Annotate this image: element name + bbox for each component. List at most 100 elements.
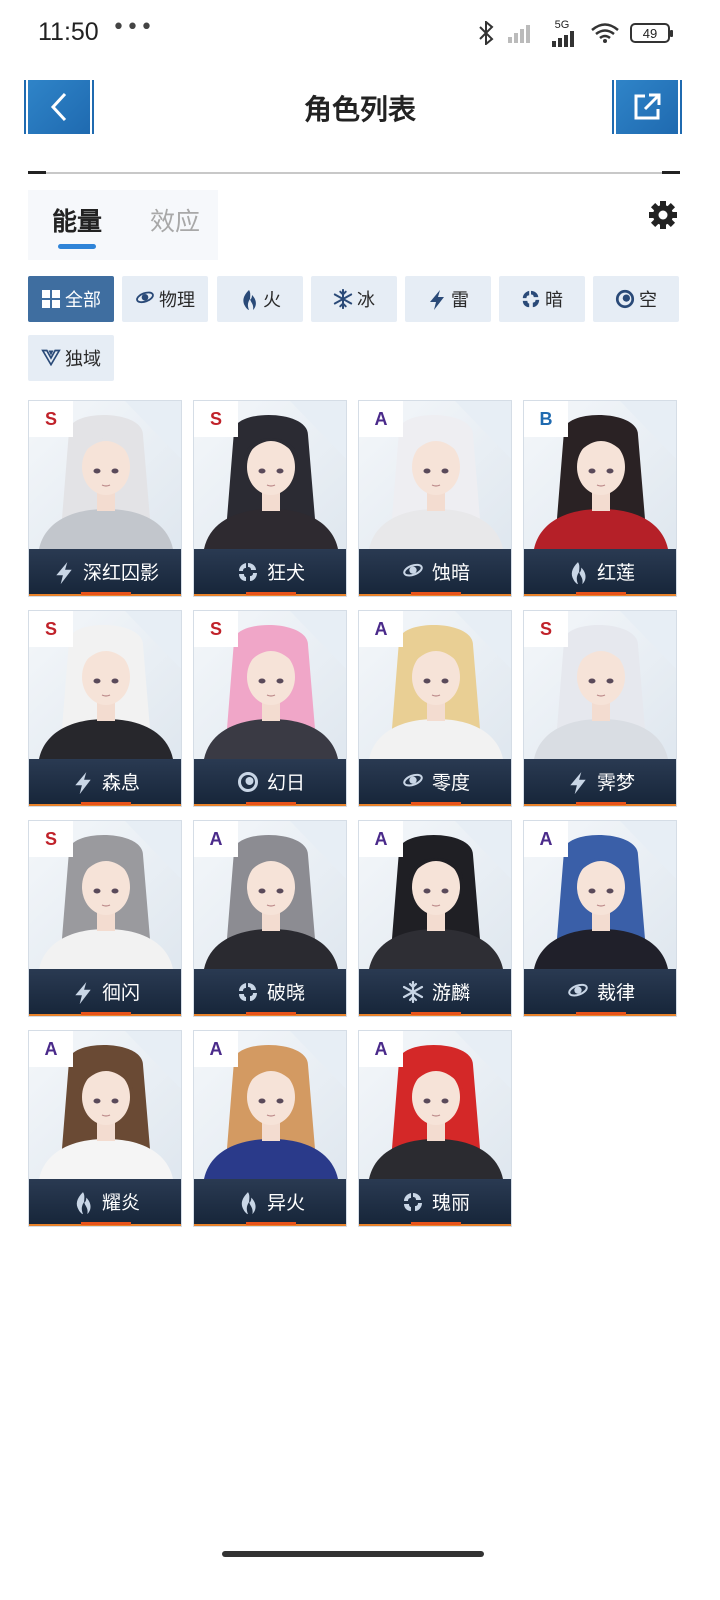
battery-indicator: 49 (630, 23, 673, 43)
domain-icon (41, 348, 61, 368)
tab-effect[interactable]: 效应 (150, 202, 200, 238)
rank-badge: A (524, 821, 568, 857)
character-name: 森息 (101, 772, 140, 794)
filter-chip-label: 空 (639, 290, 657, 311)
rank-badge: A (194, 821, 238, 857)
filter-chip-ice[interactable]: 冰 (311, 276, 397, 322)
filter-chip-void[interactable]: 空 (593, 276, 679, 322)
card-accent-line (359, 592, 511, 596)
character-name-bar: 蚀暗 (359, 549, 511, 594)
character-card[interactable]: S 森息 (28, 610, 182, 807)
card-accent-line (359, 802, 511, 806)
character-card[interactable]: B 红莲 (523, 400, 677, 597)
character-card[interactable]: A 破晓 (193, 820, 347, 1017)
physical-icon (135, 289, 155, 309)
dark-icon (237, 561, 259, 583)
character-card[interactable]: A 瑰丽 (358, 1030, 512, 1227)
rank-badge: A (359, 611, 403, 647)
home-indicator[interactable] (222, 1551, 484, 1557)
gear-icon[interactable] (648, 200, 678, 230)
character-name: 裁律 (596, 982, 635, 1004)
character-name: 狂犬 (266, 562, 305, 584)
lightning-icon (72, 771, 94, 794)
character-card[interactable]: A 异火 (193, 1030, 347, 1227)
void-icon (237, 771, 259, 793)
character-name: 红莲 (596, 562, 635, 584)
character-name: 幻日 (266, 772, 305, 794)
character-name: 霁梦 (596, 772, 635, 794)
character-name: 异火 (266, 1192, 305, 1214)
card-accent-line (524, 1012, 676, 1016)
character-name: 徊闪 (101, 982, 140, 1004)
physical-icon (567, 981, 589, 1003)
filter-chip-grid[interactable]: 全部 (28, 276, 114, 322)
card-accent-line (29, 802, 181, 806)
filter-chip-label: 火 (263, 290, 281, 311)
character-card[interactable]: S 深红囚影 (28, 400, 182, 597)
character-card[interactable]: S 徊闪 (28, 820, 182, 1017)
status-bar: 11:50 ••• 5G 49 (0, 0, 720, 64)
card-accent-line (359, 1012, 511, 1016)
header-divider (28, 171, 680, 174)
lightning-icon (427, 289, 447, 310)
character-name: 瑰丽 (431, 1192, 470, 1214)
character-card[interactable]: S 霁梦 (523, 610, 677, 807)
character-name-bar: 深红囚影 (29, 549, 181, 594)
tab-energy[interactable]: 能量 (52, 202, 102, 238)
character-name-bar: 狂犬 (194, 549, 346, 594)
character-name-bar: 零度 (359, 759, 511, 804)
character-name: 耀炎 (101, 1192, 140, 1214)
status-more-dots: ••• (112, 15, 154, 40)
dark-icon (521, 289, 541, 309)
character-name: 游麟 (431, 982, 470, 1004)
filter-chip-label: 冰 (357, 290, 375, 311)
share-button[interactable] (612, 80, 682, 134)
lightning-icon (53, 561, 75, 584)
fire-icon (72, 1191, 94, 1214)
character-card[interactable]: A 零度 (358, 610, 512, 807)
dark-icon (237, 981, 259, 1003)
character-name-bar: 幻日 (194, 759, 346, 804)
fire-icon (237, 1191, 259, 1214)
rank-badge: S (194, 611, 238, 647)
character-name: 破晓 (266, 982, 305, 1004)
character-card[interactable]: A 耀炎 (28, 1030, 182, 1227)
filter-chip-physical[interactable]: 物理 (122, 276, 208, 322)
character-name-bar: 裁律 (524, 969, 676, 1014)
rank-badge: A (359, 1031, 403, 1067)
character-card[interactable]: S 幻日 (193, 610, 347, 807)
card-accent-line (194, 802, 346, 806)
character-card[interactable]: S 狂犬 (193, 400, 347, 597)
rank-badge: A (29, 1031, 73, 1067)
card-accent-line (524, 592, 676, 596)
character-card[interactable]: A 蚀暗 (358, 400, 512, 597)
character-name-bar: 瑰丽 (359, 1179, 511, 1224)
rank-badge: S (29, 821, 73, 857)
rank-badge: S (29, 611, 73, 647)
grid-icon (41, 289, 61, 309)
character-name-bar: 红莲 (524, 549, 676, 594)
character-name: 蚀暗 (431, 562, 470, 584)
character-name-bar: 霁梦 (524, 759, 676, 804)
character-card[interactable]: A 裁律 (523, 820, 677, 1017)
filter-chip-dark[interactable]: 暗 (499, 276, 585, 322)
filter-chip-label: 独域 (65, 349, 101, 370)
dark-icon (402, 1191, 424, 1213)
character-name-bar: 耀炎 (29, 1179, 181, 1224)
app-header: 角色列表 (0, 80, 720, 136)
character-card[interactable]: A 游麟 (358, 820, 512, 1017)
tab-bar: 能量 效应 (28, 190, 218, 260)
card-accent-line (29, 1222, 181, 1226)
rank-badge: S (194, 401, 238, 437)
filter-chip-label: 全部 (65, 290, 101, 311)
filter-chip-domain[interactable]: 独域 (28, 335, 114, 381)
wifi-icon (591, 23, 619, 43)
bluetooth-icon (479, 21, 494, 45)
rank-badge: A (359, 821, 403, 857)
ice-icon (333, 288, 353, 310)
character-name-bar: 游麟 (359, 969, 511, 1014)
character-name-bar: 异火 (194, 1179, 346, 1224)
rank-badge: B (524, 401, 568, 437)
filter-chip-lightning[interactable]: 雷 (405, 276, 491, 322)
filter-chip-fire[interactable]: 火 (217, 276, 303, 322)
